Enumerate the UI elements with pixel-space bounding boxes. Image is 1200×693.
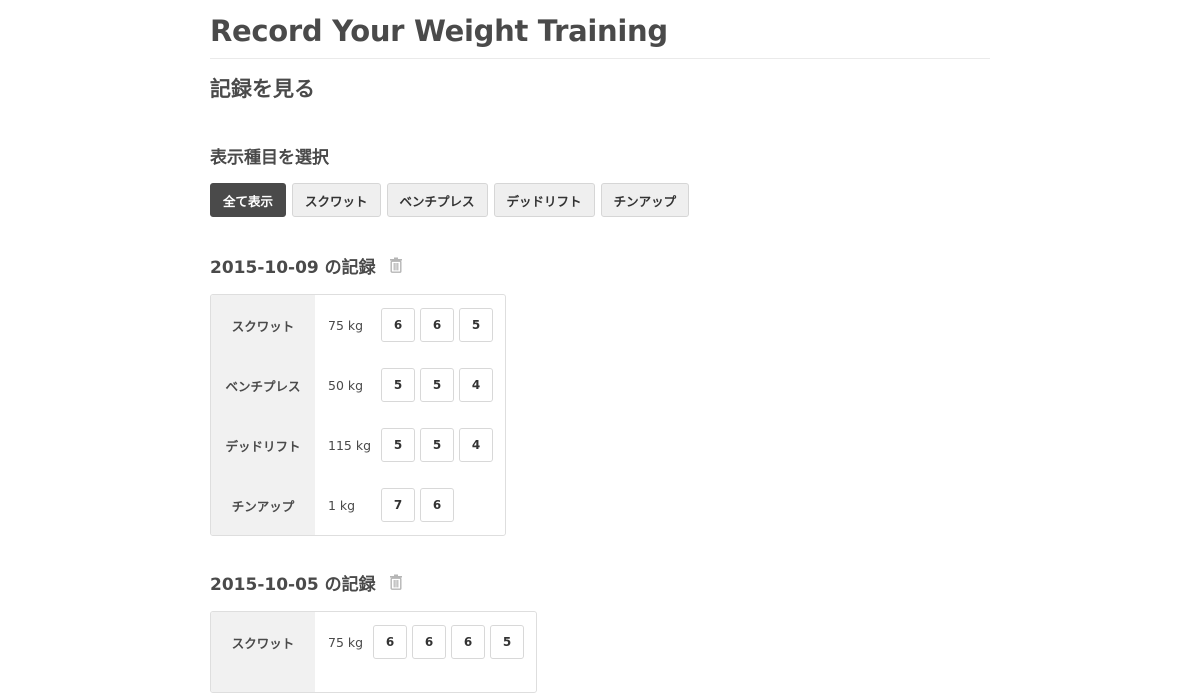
- exercise-filter-bar: 全て表示 スクワット ベンチプレス デッドリフト チンアップ: [210, 183, 690, 217]
- page-heading: 記録を見る: [210, 77, 315, 101]
- filter-button-deadlift[interactable]: デッドリフト: [493, 183, 595, 217]
- rep-count: 5: [490, 625, 524, 659]
- rep-count: 6: [381, 308, 415, 342]
- exercise-weight: 1 kg: [328, 497, 356, 513]
- rep-count: 5: [459, 308, 493, 342]
- exercise-row-squat: スクワット 75 kg 6 6 5: [211, 295, 505, 355]
- rep-list: 6 6 6 5: [373, 625, 524, 659]
- exercise-row-chin-up: チンアップ 1 kg 7 6: [211, 475, 505, 535]
- filter-button-chin-up[interactable]: チンアップ: [600, 183, 690, 217]
- filter-heading: 表示種目を選択: [210, 148, 329, 168]
- rep-count: 7: [381, 488, 415, 522]
- rep-count: 5: [381, 368, 415, 402]
- exercise-name: チンアップ: [231, 498, 295, 514]
- rep-count: 6: [420, 308, 454, 342]
- exercise-weight: 50 kg: [328, 377, 364, 393]
- rep-count: 4: [459, 428, 493, 462]
- rep-list: 5 5 4: [381, 368, 493, 402]
- rep-count: 4: [459, 368, 493, 402]
- rep-count: 6: [420, 488, 454, 522]
- rep-count: 6: [412, 625, 446, 659]
- rep-count: 5: [420, 428, 454, 462]
- trash-icon[interactable]: [389, 574, 403, 590]
- rep-list: 6 6 5: [381, 308, 493, 342]
- exercise-row-deadlift: デッドリフト 115 kg 5 5 4: [211, 415, 505, 475]
- exercise-name: スクワット: [231, 318, 295, 334]
- exercise-row-squat: スクワット 75 kg 6 6 6 5: [211, 612, 536, 672]
- record-date-title: 2015-10-09 の記録: [210, 257, 376, 278]
- filter-button-squat[interactable]: スクワット: [292, 183, 381, 217]
- record-heading: 2015-10-05 の記録: [210, 571, 403, 595]
- rep-list: 5 5 4: [381, 428, 493, 462]
- exercise-row-bench-press: ベンチプレス 50 kg 5 5 4: [211, 355, 505, 415]
- record-card: スクワット 75 kg 6 6 5 ベンチプレス 50 kg 5 5 4 デッド…: [210, 294, 506, 536]
- record-date-title: 2015-10-05 の記録: [210, 574, 376, 595]
- title-divider: [210, 58, 990, 59]
- exercise-name: デッドリフト: [225, 438, 301, 454]
- record-card: スクワット 75 kg 6 6 6 5: [210, 611, 537, 693]
- filter-button-all[interactable]: 全て表示: [210, 183, 287, 217]
- record-heading: 2015-10-09 の記録: [210, 254, 403, 278]
- rep-count: 5: [420, 368, 454, 402]
- exercise-weight: 75 kg: [328, 634, 364, 650]
- rep-count: 6: [451, 625, 485, 659]
- filter-button-bench-press[interactable]: ベンチプレス: [386, 183, 488, 217]
- exercise-name: ベンチプレス: [225, 378, 301, 394]
- exercise-weight: 75 kg: [328, 317, 364, 333]
- rep-count: 5: [381, 428, 415, 462]
- trash-icon[interactable]: [389, 257, 403, 273]
- rep-list: 7 6: [381, 488, 454, 522]
- rep-count: 6: [373, 625, 407, 659]
- app-title: Record Your Weight Training: [210, 14, 668, 48]
- exercise-name: スクワット: [231, 635, 295, 651]
- exercise-weight: 115 kg: [328, 437, 372, 453]
